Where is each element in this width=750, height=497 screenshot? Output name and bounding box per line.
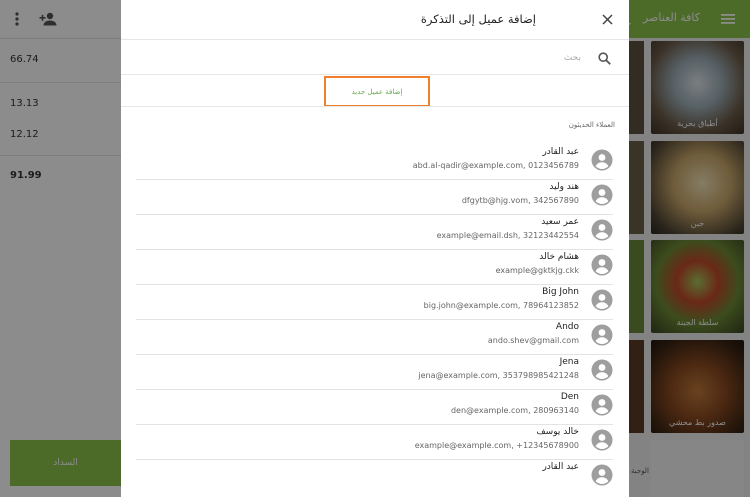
customer-name: عبد القادر (542, 147, 579, 157)
customer-contact: example@example.com, +12345678900 (414, 441, 579, 450)
customer-name: عمر سعيد (541, 217, 579, 227)
customer-contact: example@email.dsh, 32123442554 (436, 231, 579, 240)
avatar-icon (591, 394, 613, 416)
customer-contact: abd.al-qadir@example.com, 0123456789 (412, 161, 579, 170)
avatar-icon (591, 429, 613, 451)
customer-contact: ando.shev@gmail.com (487, 336, 579, 345)
avatar-icon (591, 324, 613, 346)
customer-row[interactable]: عبد القادر abd.al-qadir@example.com, 0123… (136, 144, 613, 180)
customer-contact: example@gktkjg.ckk (495, 266, 579, 275)
customer-row[interactable]: عبد القادر (136, 459, 613, 494)
customer-name: عبد القادر (542, 462, 579, 472)
avatar-icon (591, 149, 613, 171)
avatar-icon (591, 464, 613, 486)
dialog-header: إضافة عميل إلى التذكرة (121, 0, 629, 40)
search-input[interactable] (141, 48, 583, 68)
customer-row[interactable]: Den den@example.com, 280963140 (136, 389, 613, 425)
customer-contact: big.john@example.com, 78964123852 (423, 301, 579, 310)
recent-customers-label: العملاء الحديثون (568, 121, 615, 129)
close-icon[interactable] (598, 10, 616, 28)
customer-name: هشام خالد (539, 252, 579, 262)
avatar-icon (591, 359, 613, 381)
customer-name: Jena (559, 357, 579, 367)
customer-row[interactable]: عمر سعيد example@email.dsh, 32123442554 (136, 214, 613, 250)
divider (121, 106, 629, 107)
search-icon[interactable] (598, 50, 611, 69)
customer-name: Big John (542, 287, 579, 297)
customer-name: هند وليد (549, 182, 579, 192)
customer-contact: dfgytb@hjg.vom, 342567890 (461, 196, 579, 205)
customer-row[interactable]: هند وليد dfgytb@hjg.vom, 342567890 (136, 179, 613, 215)
customer-row[interactable]: هشام خالد example@gktkjg.ckk (136, 249, 613, 285)
dialog-title: إضافة عميل إلى التذكرة (420, 12, 536, 26)
customer-row[interactable]: Big John big.john@example.com, 7896412385… (136, 284, 613, 320)
add-new-customer-button[interactable]: إضافة عميل جديد (324, 76, 430, 107)
avatar-icon (591, 254, 613, 276)
customer-row[interactable]: Ando ando.shev@gmail.com (136, 319, 613, 355)
avatar-icon (591, 219, 613, 241)
add-customer-dialog: إضافة عميل إلى التذكرة إضافة عميل جديد ا… (121, 0, 629, 497)
customer-row[interactable]: Jena jena@example.com, 353798985421248 (136, 354, 613, 390)
customer-contact: den@example.com, 280963140 (450, 406, 579, 415)
customer-name: خالد يوسف (536, 427, 579, 437)
customer-name: Den (560, 392, 579, 402)
customer-row[interactable]: خالد يوسف example@example.com, +123456789… (136, 424, 613, 460)
avatar-icon (591, 184, 613, 206)
customer-contact: jena@example.com, 353798985421248 (418, 371, 579, 380)
avatar-icon (591, 289, 613, 311)
customer-name: Ando (555, 322, 579, 332)
search-row (121, 40, 629, 75)
